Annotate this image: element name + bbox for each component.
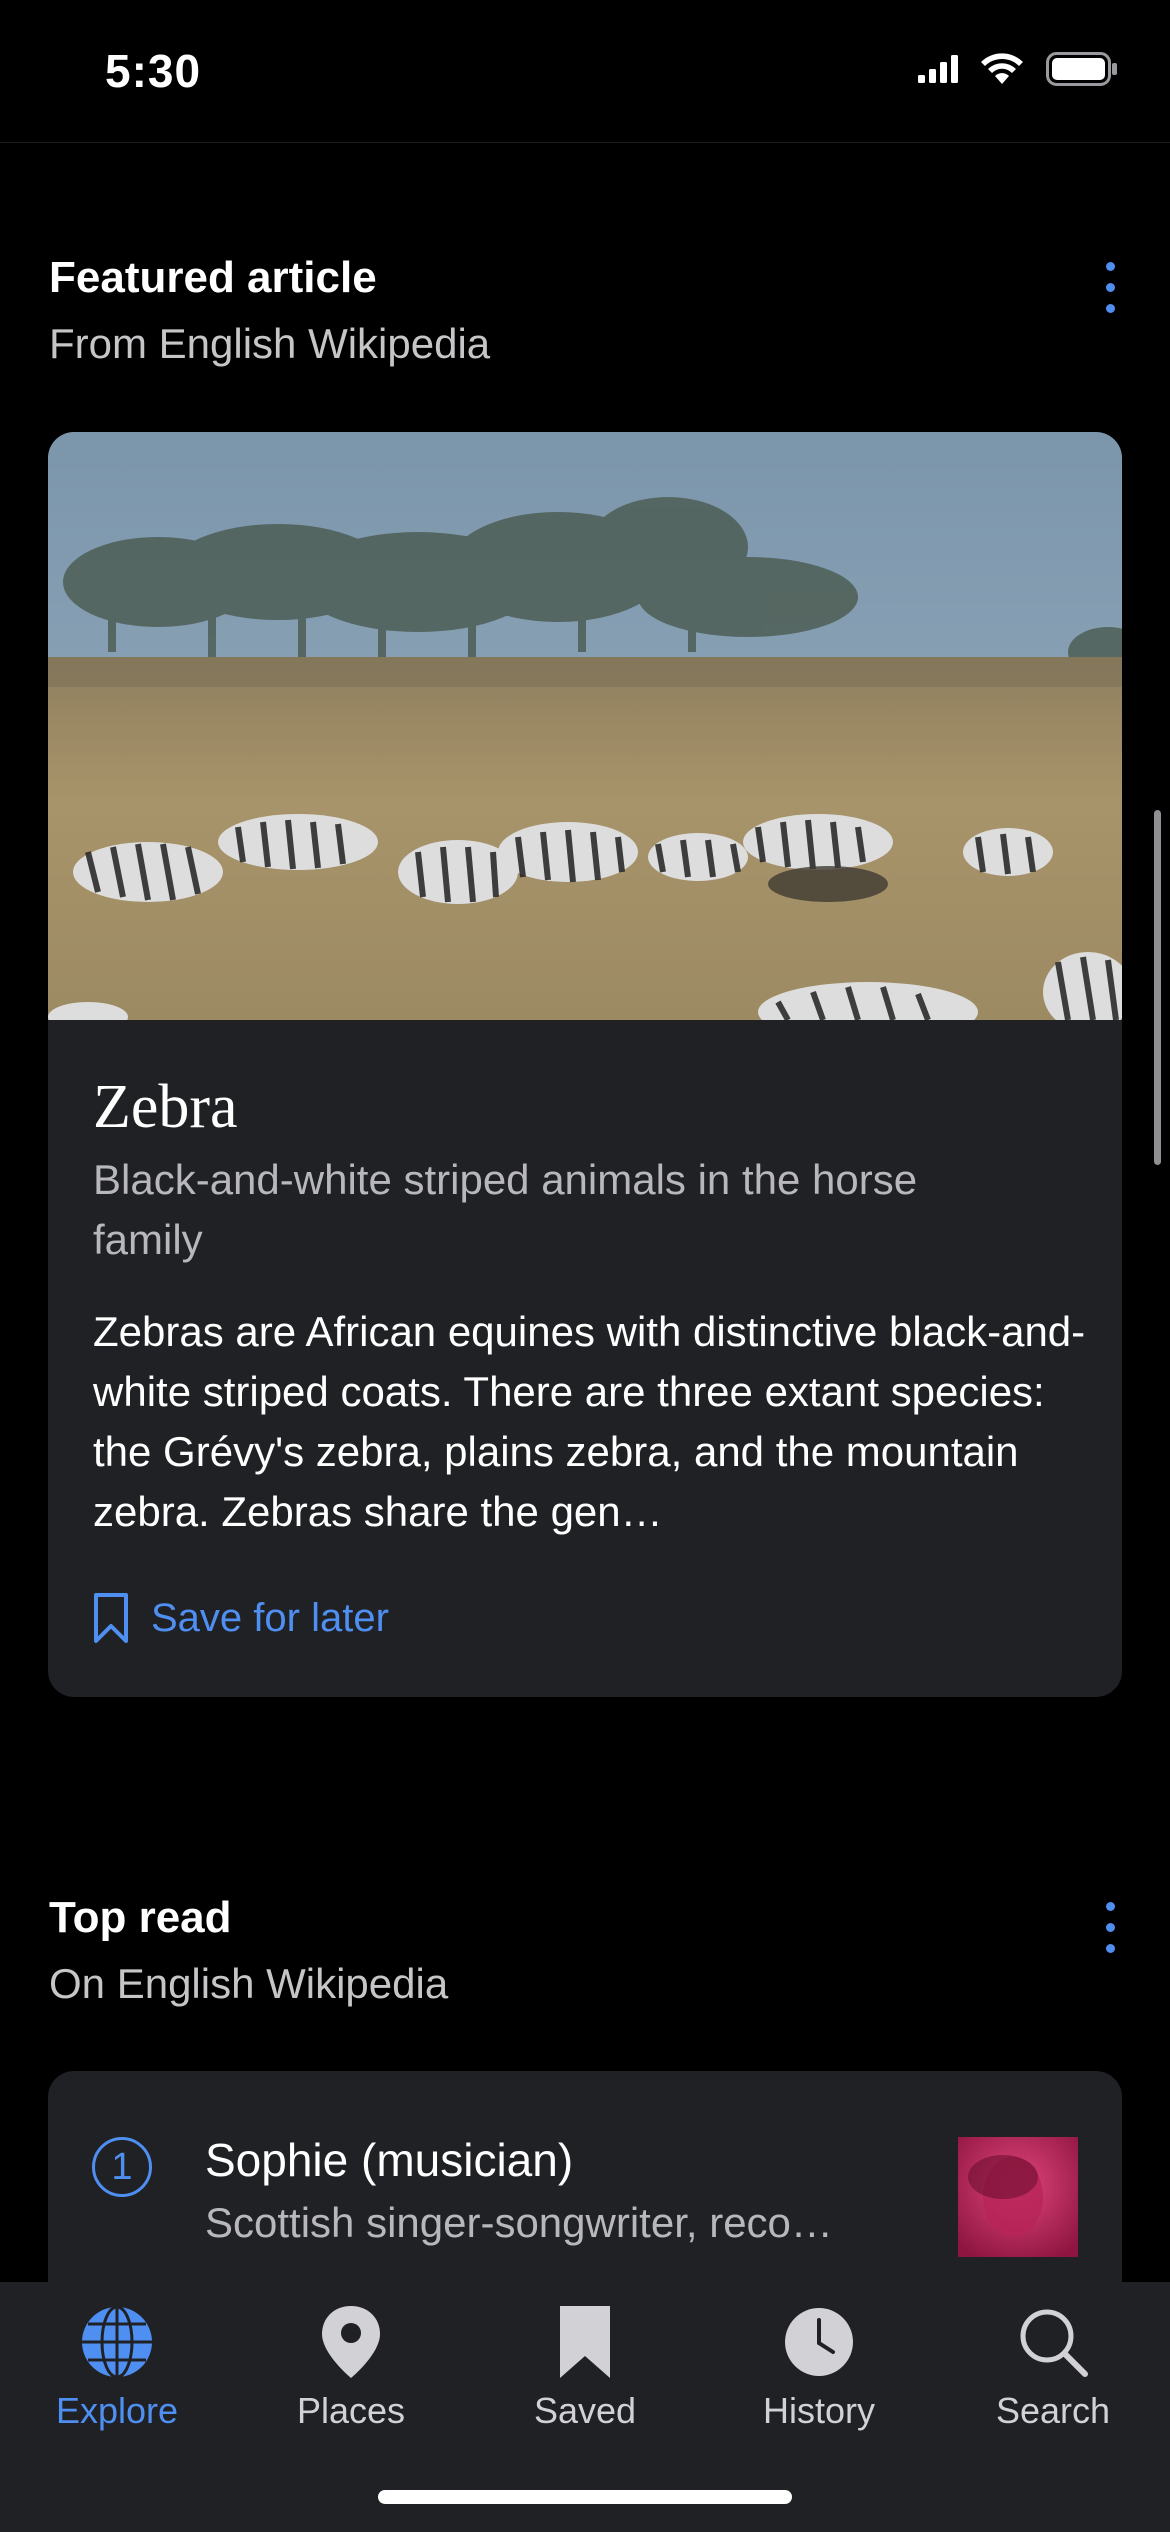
featured-section-title: Featured article bbox=[49, 253, 377, 302]
tab-places[interactable]: Places bbox=[234, 2282, 468, 2442]
article-title[interactable]: Zebra bbox=[93, 1072, 238, 1143]
top-read-item-thumbnail bbox=[958, 2137, 1078, 2257]
article-extract: Zebras are African equines with distinct… bbox=[93, 1308, 1086, 1535]
tab-history[interactable]: History bbox=[702, 2282, 936, 2442]
battery-icon bbox=[1046, 52, 1117, 86]
top-read-more-options-icon[interactable] bbox=[1098, 1902, 1122, 1953]
tab-explore-label: Explore bbox=[55, 2390, 179, 2431]
wifi-icon bbox=[981, 53, 1023, 84]
featured-article-image bbox=[48, 432, 1122, 1020]
magnifier-icon bbox=[1020, 2309, 1088, 2377]
map-pin-icon bbox=[322, 2306, 380, 2378]
cellular-signal-icon bbox=[918, 55, 958, 83]
tab-search-label: Search bbox=[995, 2390, 1111, 2431]
top-read-section-subtitle: On English Wikipedia bbox=[49, 1960, 449, 2007]
article-description: Black-and-white striped animals in the h… bbox=[93, 1156, 918, 1263]
status-icons bbox=[918, 52, 1118, 86]
tab-places-label: Places bbox=[296, 2390, 406, 2431]
top-read-item-title: Sophie (musician) bbox=[205, 2134, 574, 2186]
status-time: 5:30 bbox=[105, 45, 202, 97]
top-read-item[interactable]: 1 Sophie (musician) Scottish singer-song… bbox=[48, 2071, 1122, 2281]
save-for-later-button[interactable]: Save for later bbox=[93, 1592, 389, 1644]
featured-section-subtitle: From English Wikipedia bbox=[49, 320, 491, 367]
rank-badge: 1 bbox=[92, 2137, 152, 2197]
top-read-section-title: Top read bbox=[49, 1893, 232, 1942]
save-for-later-label: Save for later bbox=[151, 1595, 389, 1640]
clock-icon bbox=[785, 2308, 853, 2376]
tab-saved-label: Saved bbox=[533, 2390, 637, 2431]
bookmark-outline-icon bbox=[94, 1593, 128, 1643]
scroll-indicator bbox=[1154, 810, 1161, 1165]
home-indicator[interactable] bbox=[378, 2490, 792, 2504]
tab-search[interactable]: Search bbox=[936, 2282, 1170, 2442]
globe-icon bbox=[82, 2305, 152, 2379]
tab-explore[interactable]: Explore bbox=[0, 2282, 234, 2442]
tab-history-label: History bbox=[762, 2390, 875, 2431]
top-read-item-description: Scottish singer-songwriter, reco… bbox=[205, 2199, 833, 2246]
status-bar: 5:30 bbox=[0, 0, 1170, 143]
tab-saved[interactable]: Saved bbox=[468, 2282, 702, 2442]
featured-more-options-icon[interactable] bbox=[1098, 262, 1122, 313]
bookmark-icon bbox=[560, 2306, 610, 2378]
featured-article-card[interactable]: Zebra Black-and-white striped animals in… bbox=[48, 432, 1122, 1697]
